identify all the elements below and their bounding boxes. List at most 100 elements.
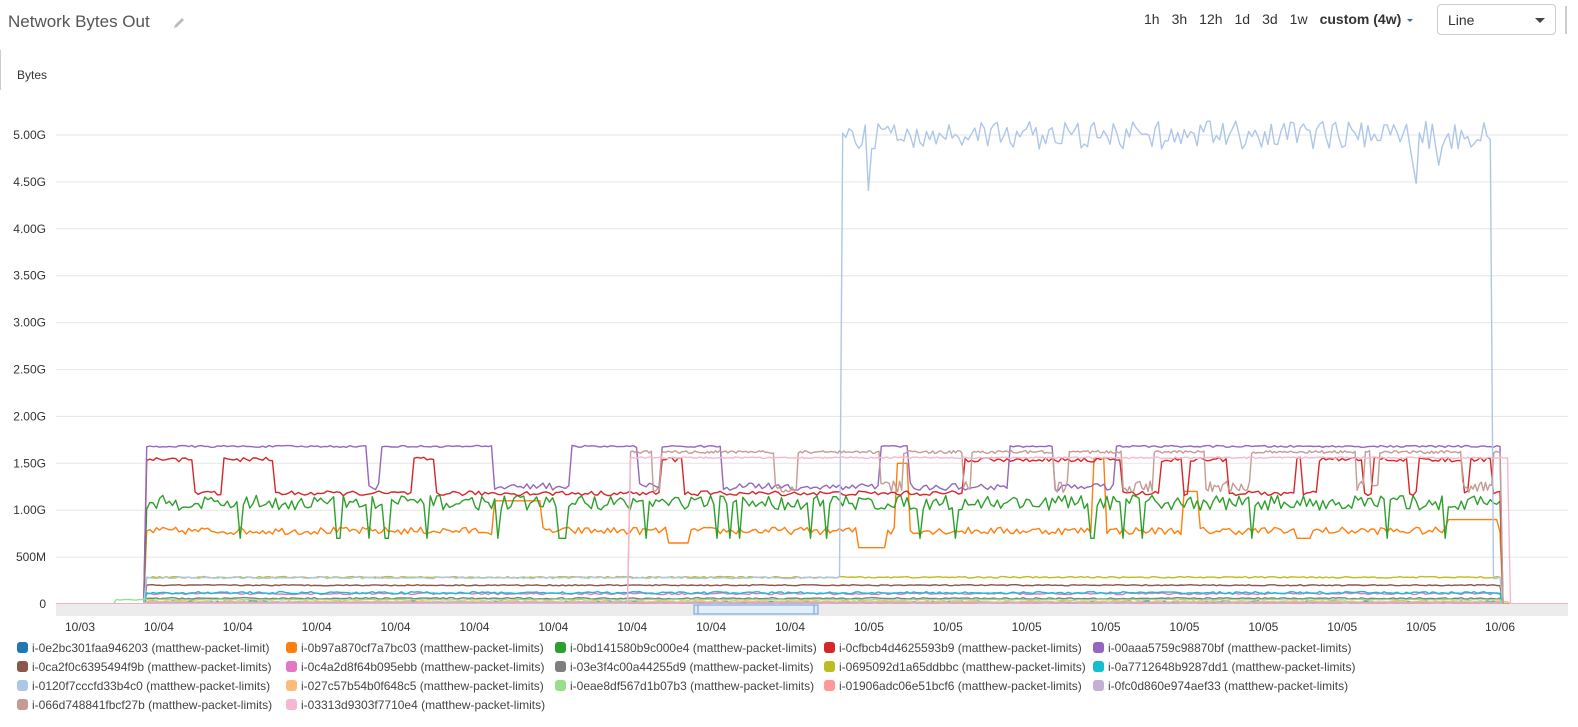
legend-swatch: [17, 680, 28, 691]
panel-edge-right: [1565, 6, 1567, 34]
chevron-down-icon: [1535, 18, 1545, 23]
y-tick-label: 1.00G: [13, 503, 46, 517]
legend-swatch: [17, 661, 28, 672]
legend-item[interactable]: i-066d748841fbcf27b (matthew-packet-limi…: [17, 698, 286, 712]
legend-swatch: [1093, 680, 1104, 691]
x-tick-label: 10/04: [696, 620, 726, 634]
widget-title: Network Bytes Out: [8, 12, 150, 31]
legend-label: i-0e2bc301faa946203 (matthew-packet-limi…: [32, 640, 270, 655]
legend-item[interactable]: i-0a7712648b9287dd1 (matthew-packet-limi…: [1093, 660, 1362, 674]
navigator-handle-right[interactable]: [813, 604, 819, 615]
x-tick-label: 10/04: [223, 620, 253, 634]
legend-swatch: [824, 661, 835, 672]
x-tick-label: 10/04: [381, 620, 411, 634]
navigator-window[interactable]: [695, 604, 817, 615]
legend-swatch: [286, 699, 297, 710]
legend-label: i-00aaa5759c98870bf (matthew-packet-limi…: [1108, 640, 1352, 655]
y-tick-label: 1.50G: [13, 456, 46, 470]
time-range-selector: 1h 3h 12h 1d 3d 1w custom (4w): [1138, 11, 1419, 27]
y-axis-unit: Bytes: [17, 68, 48, 82]
legend-label: i-0ca2f0c6395494f9b (matthew-packet-limi…: [32, 659, 272, 674]
legend-item[interactable]: i-027c57b54b0f648c5 (matthew-packet-limi…: [286, 679, 555, 693]
legend-item[interactable]: i-0c4a2d8f64b095ebb (matthew-packet-limi…: [286, 660, 555, 674]
chart-legend: i-0e2bc301faa946203 (matthew-packet-limi…: [17, 638, 1567, 714]
legend-row: i-066d748841fbcf27b (matthew-packet-limi…: [17, 695, 1567, 714]
y-tick-label: 3.00G: [13, 316, 46, 330]
x-tick-label: 10/04: [775, 620, 805, 634]
chevron-down-icon: [1407, 18, 1414, 22]
legend-swatch: [824, 642, 835, 653]
legend-swatch: [17, 642, 28, 653]
legend-swatch: [1093, 661, 1104, 672]
y-tick-label: 4.00G: [13, 222, 46, 236]
legend-label: i-0120f7cccfd33b4c0 (matthew-packet-limi…: [32, 678, 271, 693]
x-tick-label: 10/04: [538, 620, 568, 634]
x-tick-label: 10/05: [1327, 620, 1357, 634]
x-tick-label: 10/05: [933, 620, 963, 634]
legend-swatch: [555, 642, 566, 653]
legend-item[interactable]: i-0e2bc301faa946203 (matthew-packet-limi…: [17, 641, 286, 655]
navigator-handle-left[interactable]: [693, 604, 699, 615]
y-tick-label: 0: [39, 597, 46, 611]
y-tick-label: 2.50G: [13, 363, 46, 377]
legend-item[interactable]: i-01906adc06e51bcf6 (matthew-packet-limi…: [824, 679, 1093, 693]
range-1w[interactable]: 1w: [1284, 11, 1314, 27]
legend-label: i-0a7712648b9287dd1 (matthew-packet-limi…: [1108, 659, 1356, 674]
panel-edge: [0, 50, 2, 90]
legend-label: i-0eae8df567d1b07b3 (matthew-packet-limi…: [570, 678, 815, 693]
legend-item[interactable]: i-0cfbcb4d4625593b9 (matthew-packet-limi…: [824, 641, 1093, 655]
legend-item[interactable]: i-0120f7cccfd33b4c0 (matthew-packet-limi…: [17, 679, 286, 693]
y-tick-label: 3.50G: [13, 269, 46, 283]
y-tick-label: 4.50G: [13, 175, 46, 189]
legend-label: i-0c4a2d8f64b095ebb (matthew-packet-limi…: [301, 659, 545, 674]
legend-item[interactable]: i-0ca2f0c6395494f9b (matthew-packet-limi…: [17, 660, 286, 674]
x-tick-label: 10/04: [144, 620, 174, 634]
x-tick-label: 10/05: [1406, 620, 1436, 634]
range-3d[interactable]: 3d: [1256, 11, 1284, 27]
series-line[interactable]: [56, 494, 1568, 605]
x-tick-label: 10/04: [459, 620, 489, 634]
chart-type-value: Line: [1448, 12, 1475, 28]
legend-label: i-0695092d1a65ddbbc (matthew-packet-limi…: [839, 659, 1086, 674]
chart-type-select[interactable]: Line: [1437, 4, 1556, 35]
legend-label: i-0bd141580b9c000e4 (matthew-packet-limi…: [570, 640, 817, 655]
legend-item[interactable]: i-0eae8df567d1b07b3 (matthew-packet-limi…: [555, 679, 824, 693]
legend-item[interactable]: i-0695092d1a65ddbbc (matthew-packet-limi…: [824, 660, 1093, 674]
legend-swatch: [824, 680, 835, 691]
legend-label: i-0b97a870cf7a7bc03 (matthew-packet-limi…: [301, 640, 544, 655]
range-12h[interactable]: 12h: [1193, 11, 1228, 27]
legend-row: i-0e2bc301faa946203 (matthew-packet-limi…: [17, 638, 1567, 657]
x-tick-label: 10/06: [1485, 620, 1515, 634]
legend-row: i-0120f7cccfd33b4c0 (matthew-packet-limi…: [17, 676, 1567, 695]
legend-label: i-03e3f4c00a44255d9 (matthew-packet-limi…: [570, 659, 814, 674]
legend-item[interactable]: i-0fc0d860e974aef33 (matthew-packet-limi…: [1093, 679, 1362, 693]
legend-swatch: [555, 680, 566, 691]
legend-swatch: [286, 680, 297, 691]
y-tick-label: 5.00G: [13, 128, 46, 142]
x-tick-label: 10/03: [65, 620, 95, 634]
range-3h[interactable]: 3h: [1166, 11, 1194, 27]
range-custom-label: custom (4w): [1319, 11, 1402, 27]
x-tick-label: 10/05: [1169, 620, 1199, 634]
legend-label: i-066d748841fbcf27b (matthew-packet-limi…: [32, 697, 273, 712]
x-tick-label: 10/05: [1012, 620, 1042, 634]
legend-item[interactable]: i-00aaa5759c98870bf (matthew-packet-limi…: [1093, 641, 1362, 655]
range-1h[interactable]: 1h: [1138, 11, 1166, 27]
legend-row: i-0ca2f0c6395494f9b (matthew-packet-limi…: [17, 657, 1567, 676]
legend-label: i-0cfbcb4d4625593b9 (matthew-packet-limi…: [839, 640, 1082, 655]
legend-swatch: [555, 661, 566, 672]
range-1d[interactable]: 1d: [1229, 11, 1257, 27]
series-line[interactable]: [56, 457, 1568, 605]
x-tick-label: 10/05: [1248, 620, 1278, 634]
legend-item[interactable]: i-0b97a870cf7a7bc03 (matthew-packet-limi…: [286, 641, 555, 655]
legend-item[interactable]: i-03313d9303f7710e4 (matthew-packet-limi…: [286, 698, 555, 712]
legend-swatch: [286, 642, 297, 653]
pencil-icon[interactable]: [172, 16, 186, 30]
range-custom[interactable]: custom (4w): [1314, 11, 1420, 27]
legend-item[interactable]: i-0bd141580b9c000e4 (matthew-packet-limi…: [555, 641, 824, 655]
line-chart[interactable]: 0 500M 1.00G 1.50G 2.00G 2.50G 3.00G 3.50G 4.00G…: [0, 90, 1578, 635]
legend-swatch: [17, 699, 28, 710]
legend-label: i-027c57b54b0f648c5 (matthew-packet-limi…: [301, 678, 544, 693]
legend-item[interactable]: i-03e3f4c00a44255d9 (matthew-packet-limi…: [555, 660, 824, 674]
x-tick-label: 10/04: [617, 620, 647, 634]
